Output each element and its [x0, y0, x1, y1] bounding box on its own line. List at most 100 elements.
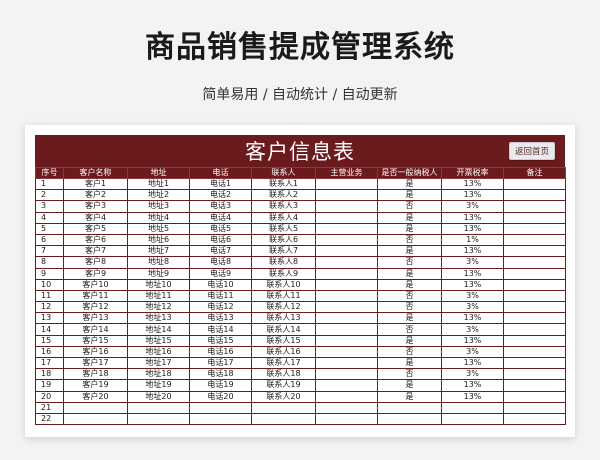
cell-customer[interactable]: 客户8	[63, 256, 128, 269]
cell-index[interactable]: 2	[35, 189, 64, 202]
cell-business[interactable]	[315, 368, 378, 381]
cell-taxpayer[interactable]: 是	[377, 356, 442, 370]
cell-tax-rate[interactable]: 1%	[441, 233, 504, 247]
cell-address[interactable]: 地址16	[127, 345, 190, 359]
cell-tax-rate[interactable]: 3%	[441, 289, 504, 303]
cell-index[interactable]: 21	[35, 401, 64, 414]
cell-tax-rate[interactable]: 13%	[441, 390, 504, 403]
cell-customer[interactable]: 客户16	[63, 345, 128, 359]
cell-remark[interactable]	[503, 323, 566, 336]
cell-contact[interactable]: 联系人10	[251, 278, 316, 291]
cell-tax-rate[interactable]: 13%	[441, 177, 504, 191]
cell-tax-rate[interactable]: 3%	[441, 345, 504, 359]
cell-phone[interactable]: 电话12	[189, 301, 252, 314]
cell-address[interactable]: 地址13	[127, 312, 190, 325]
cell-tax-rate[interactable]: 3%	[441, 301, 504, 314]
cell-index[interactable]: 16	[35, 345, 64, 359]
cell-address[interactable]: 地址6	[127, 233, 190, 247]
cell-address[interactable]: 地址14	[127, 323, 190, 336]
cell-customer[interactable]: 客户20	[63, 390, 128, 403]
cell-index[interactable]: 13	[35, 312, 64, 325]
cell-taxpayer[interactable]: 否	[377, 368, 442, 381]
cell-business[interactable]	[315, 267, 378, 280]
cell-address[interactable]	[127, 401, 190, 414]
cell-taxpayer[interactable]: 是	[377, 312, 442, 325]
cell-business[interactable]	[315, 233, 378, 247]
cell-customer[interactable]: 客户11	[63, 289, 128, 303]
cell-address[interactable]: 地址2	[127, 189, 190, 202]
cell-phone[interactable]: 电话10	[189, 278, 252, 291]
cell-business[interactable]	[315, 412, 378, 426]
cell-phone[interactable]: 电话6	[189, 233, 252, 247]
cell-customer[interactable]	[63, 401, 128, 414]
cell-tax-rate[interactable]	[441, 401, 504, 414]
cell-contact[interactable]	[251, 412, 316, 426]
cell-phone[interactable]: 电话9	[189, 267, 252, 280]
cell-contact[interactable]: 联系人12	[251, 301, 316, 314]
cell-phone[interactable]: 电话17	[189, 356, 252, 370]
cell-remark[interactable]	[503, 211, 566, 224]
cell-phone[interactable]: 电话2	[189, 189, 252, 202]
cell-tax-rate[interactable]: 13%	[441, 278, 504, 291]
cell-remark[interactable]	[503, 289, 566, 303]
cell-business[interactable]	[315, 211, 378, 224]
cell-index[interactable]: 11	[35, 289, 64, 303]
cell-tax-rate[interactable]: 13%	[441, 334, 504, 347]
cell-taxpayer[interactable]: 是	[377, 379, 442, 392]
cell-taxpayer[interactable]	[377, 401, 442, 414]
cell-index[interactable]: 15	[35, 334, 64, 347]
cell-remark[interactable]	[503, 356, 566, 370]
cell-contact[interactable]: 联系人14	[251, 323, 316, 336]
cell-tax-rate[interactable]: 13%	[441, 189, 504, 202]
cell-taxpayer[interactable]: 是	[377, 334, 442, 347]
cell-address[interactable]: 地址8	[127, 256, 190, 269]
cell-business[interactable]	[315, 345, 378, 359]
cell-address[interactable]: 地址17	[127, 356, 190, 370]
cell-taxpayer[interactable]: 否	[377, 233, 442, 247]
cell-taxpayer[interactable]: 否	[377, 256, 442, 269]
cell-contact[interactable]: 联系人2	[251, 189, 316, 202]
cell-remark[interactable]	[503, 301, 566, 314]
cell-phone[interactable]: 电话5	[189, 222, 252, 235]
cell-taxpayer[interactable]: 是	[377, 211, 442, 224]
cell-address[interactable]	[127, 412, 190, 426]
cell-remark[interactable]	[503, 177, 566, 191]
cell-contact[interactable]: 联系人8	[251, 256, 316, 269]
cell-contact[interactable]: 联系人6	[251, 233, 316, 247]
cell-customer[interactable]: 客户19	[63, 379, 128, 392]
cell-index[interactable]: 1	[35, 177, 64, 191]
cell-taxpayer[interactable]: 否	[377, 323, 442, 336]
cell-index[interactable]: 19	[35, 379, 64, 392]
cell-business[interactable]	[315, 379, 378, 392]
cell-contact[interactable]: 联系人1	[251, 177, 316, 191]
cell-remark[interactable]	[503, 368, 566, 381]
cell-contact[interactable]: 联系人4	[251, 211, 316, 224]
cell-index[interactable]: 20	[35, 390, 64, 403]
cell-customer[interactable]: 客户2	[63, 189, 128, 202]
cell-remark[interactable]	[503, 278, 566, 291]
cell-remark[interactable]	[503, 312, 566, 325]
cell-customer[interactable]: 客户9	[63, 267, 128, 280]
cell-customer[interactable]: 客户13	[63, 312, 128, 325]
cell-index[interactable]: 8	[35, 256, 64, 269]
cell-remark[interactable]	[503, 267, 566, 280]
cell-address[interactable]: 地址11	[127, 289, 190, 303]
cell-taxpayer[interactable]: 是	[377, 278, 442, 291]
cell-business[interactable]	[315, 312, 378, 325]
cell-taxpayer[interactable]: 否	[377, 301, 442, 314]
cell-tax-rate[interactable]: 13%	[441, 211, 504, 224]
back-home-button[interactable]: 返回首页	[509, 142, 555, 160]
cell-contact[interactable]: 联系人13	[251, 312, 316, 325]
cell-index[interactable]: 18	[35, 368, 64, 381]
cell-address[interactable]: 地址7	[127, 245, 190, 258]
cell-index[interactable]: 6	[35, 233, 64, 247]
cell-business[interactable]	[315, 323, 378, 336]
cell-address[interactable]: 地址15	[127, 334, 190, 347]
cell-contact[interactable]: 联系人17	[251, 356, 316, 370]
cell-tax-rate[interactable]: 13%	[441, 267, 504, 280]
cell-customer[interactable]: 客户15	[63, 334, 128, 347]
cell-index[interactable]: 3	[35, 200, 64, 213]
cell-remark[interactable]	[503, 222, 566, 235]
cell-taxpayer[interactable]: 是	[377, 245, 442, 258]
cell-customer[interactable]	[63, 412, 128, 426]
